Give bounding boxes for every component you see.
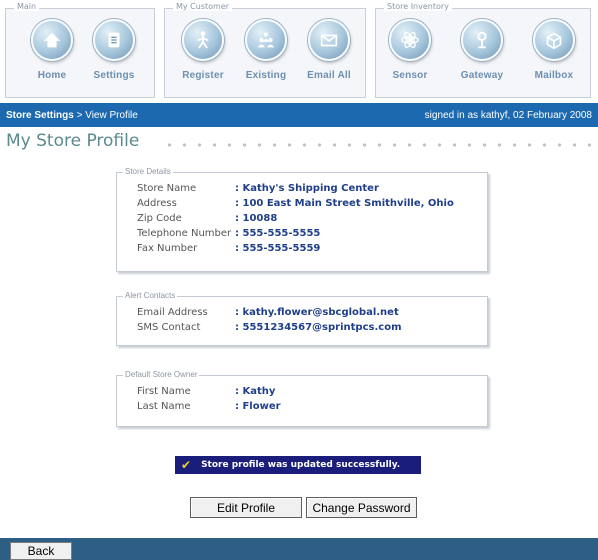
field-value: : Kathy <box>235 386 276 397</box>
success-message: ✔ Store profile was updated successfully… <box>175 456 421 474</box>
existing-icon <box>245 19 287 61</box>
register-button[interactable]: Register <box>177 19 229 81</box>
page-title: My Store Profile <box>6 131 140 151</box>
store-details-section: Store Details Store Name : Kathy's Shippi… <box>116 167 488 272</box>
change-password-button[interactable]: Change Password <box>306 497 417 518</box>
success-message-text: Store profile was updated successfully. <box>201 460 401 470</box>
register-icon <box>182 19 224 61</box>
field-label: SMS Contact <box>137 322 201 333</box>
gateway-icon <box>461 19 503 61</box>
existing-label: Existing <box>245 70 287 81</box>
field-label: First Name <box>137 386 191 397</box>
detail-row: SMS Contact : 5551234567@sprintpcs.com <box>137 322 401 333</box>
field-label: Zip Code <box>137 213 182 224</box>
field-value: : 555-555-5555 <box>235 228 321 239</box>
breadcrumb-separator: > <box>73 109 86 121</box>
detail-row: Zip Code : 10088 <box>137 213 277 224</box>
section-legend: Store Details <box>123 167 173 176</box>
home-button[interactable]: Home <box>26 19 78 81</box>
group-legend: Store Inventory <box>384 2 452 11</box>
nav-bar: Store Settings > View Profile signed in … <box>0 103 598 127</box>
settings-label: Settings <box>93 70 135 81</box>
breadcrumb-section[interactable]: Store Settings <box>6 110 74 121</box>
field-label: Address <box>137 198 177 209</box>
home-icon <box>31 19 73 61</box>
settings-icon <box>93 19 135 61</box>
mailbox-button[interactable]: Mailbox <box>528 19 580 81</box>
signed-in-status: signed in as kathyf, 02 February 2008 <box>424 109 592 121</box>
field-label: Email Address <box>137 307 208 318</box>
field-label: Telephone Number <box>137 228 232 239</box>
alert-contacts-section: Alert Contacts Email Address : kathy.flow… <box>116 291 488 346</box>
field-label: Last Name <box>137 401 191 412</box>
field-value: : 5551234567@sprintpcs.com <box>235 322 402 333</box>
detail-row: Address : 100 East Main Street Smithville… <box>137 198 454 209</box>
group-legend: My Customer <box>173 2 233 11</box>
breadcrumb: Store Settings > View Profile <box>6 110 138 121</box>
detail-row: Telephone Number: 555-555-5555 <box>137 228 320 239</box>
settings-button[interactable]: Settings <box>88 19 140 81</box>
email-icon <box>308 19 350 61</box>
back-button[interactable]: Back <box>10 542 72 560</box>
field-value: : 555-555-5559 <box>235 243 321 254</box>
section-legend: Default Store Owner <box>123 370 200 379</box>
mailbox-icon <box>533 19 575 61</box>
home-label: Home <box>37 70 67 81</box>
detail-row: Fax Number : 555-555-5559 <box>137 243 320 254</box>
detail-row: Email Address : kathy.flower@sbcglobal.ne… <box>137 307 399 318</box>
field-value: : 100 East Main Street Smithville, Ohio <box>235 198 454 209</box>
field-value: : Flower <box>235 401 281 412</box>
email-all-label: Email All <box>307 70 351 81</box>
detail-row: Store Name : Kathy's Shipping Center <box>137 183 379 194</box>
store-owner-section: Default Store Owner First Name : Kathy La… <box>116 370 488 427</box>
section-legend: Alert Contacts <box>123 291 178 300</box>
field-value: : Kathy's Shipping Center <box>235 183 379 194</box>
register-label: Register <box>182 70 224 81</box>
check-icon: ✔ <box>181 458 192 472</box>
sensor-label: Sensor <box>392 70 428 81</box>
sensor-button[interactable]: Sensor <box>384 19 436 81</box>
toolbar-group-my-customer: My Customer Register Existing Email All <box>164 2 366 98</box>
email-all-button[interactable]: Email All <box>303 19 355 81</box>
detail-row: First Name : Kathy <box>137 386 275 397</box>
gateway-label: Gateway <box>460 70 504 81</box>
sensor-icon <box>389 19 431 61</box>
detail-row: Last Name : Flower <box>137 401 281 412</box>
existing-button[interactable]: Existing <box>240 19 292 81</box>
field-label: Fax Number <box>137 243 198 254</box>
footer-bar <box>0 538 598 560</box>
field-value: : 10088 <box>235 213 278 224</box>
toolbar-group-store-inventory: Store Inventory Sensor Gateway Mailbox <box>375 2 591 98</box>
group-legend: Main <box>14 2 40 11</box>
field-value: : kathy.flower@sbcglobal.net <box>235 307 399 318</box>
breadcrumb-page: View Profile <box>85 109 138 121</box>
edit-profile-button[interactable]: Edit Profile <box>190 497 302 518</box>
mailbox-label: Mailbox <box>534 70 574 81</box>
title-divider <box>162 143 592 147</box>
toolbar-group-main: Main Home Settings <box>5 2 155 98</box>
field-label: Store Name <box>137 183 197 194</box>
gateway-button[interactable]: Gateway <box>456 19 508 81</box>
